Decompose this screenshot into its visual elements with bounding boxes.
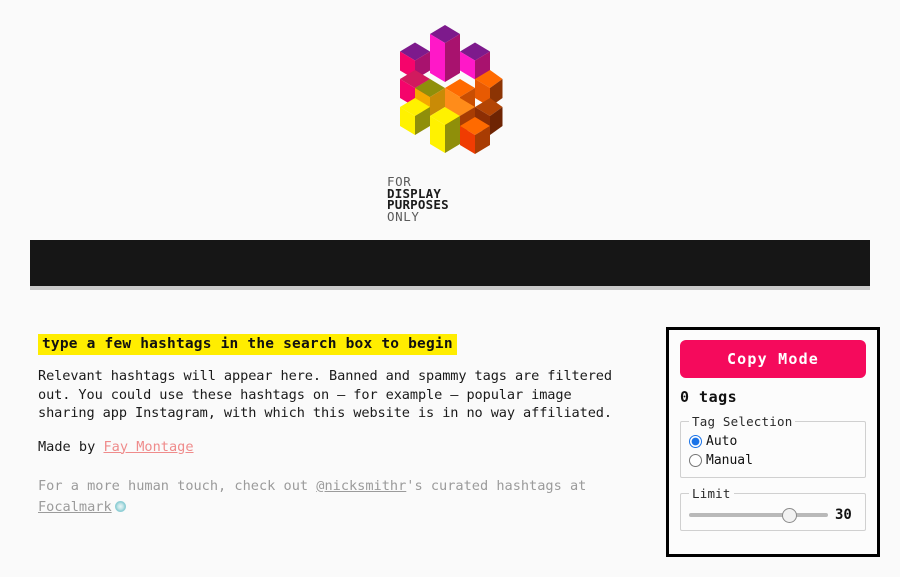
radio-manual[interactable] [689, 454, 702, 467]
hashtag-search-input[interactable] [30, 240, 870, 290]
tag-tools-panel: Copy Mode 0 tags Tag Selection Auto Manu… [666, 327, 880, 557]
human-touch-note: For a more human touch, check out @nicks… [38, 476, 648, 518]
made-by-line: Made by Fay Montage [38, 439, 648, 455]
human-note-middle: 's curated hashtags at [406, 477, 587, 494]
radio-manual-label[interactable]: Manual [706, 453, 753, 468]
copy-mode-button[interactable]: Copy Mode [680, 340, 866, 378]
nicksmithr-handle-link[interactable]: @nicksmithr [316, 478, 406, 494]
limit-legend: Limit [692, 486, 731, 501]
site-logo-area: FOR DISPLAY PURPOSES ONLY [0, 0, 900, 222]
main-content-column: type a few hashtags in the search box to… [38, 333, 648, 518]
tag-selection-option-auto[interactable]: Auto [689, 432, 857, 451]
search-bar-container [30, 240, 870, 290]
logo-wordmark: FOR DISPLAY PURPOSES ONLY [387, 176, 517, 222]
tag-selection-option-manual[interactable]: Manual [689, 451, 857, 470]
limit-slider-row: 30 [689, 504, 857, 523]
focalmark-link[interactable]: Focalmark [38, 499, 112, 515]
tag-count-label: 0 tags [680, 388, 738, 406]
intro-paragraph: Relevant hashtags will appear here. Bann… [38, 368, 612, 421]
radio-auto[interactable] [689, 435, 702, 448]
made-by-prefix: Made by [38, 438, 104, 455]
radio-auto-label[interactable]: Auto [706, 434, 737, 449]
limit-value-label: 30 [835, 507, 852, 523]
tag-selection-legend: Tag Selection [692, 414, 793, 429]
tag-selection-group: Tag Selection Auto Manual [680, 414, 866, 478]
for-display-purposes-only-logo-mark [400, 25, 503, 154]
human-note-prefix: For a more human touch, check out [38, 477, 317, 494]
wordmark-line-only: ONLY [387, 208, 420, 224]
search-hint-highlight: type a few hashtags in the search box to… [38, 334, 457, 355]
limit-slider[interactable] [689, 513, 828, 517]
teal-dot-icon [114, 500, 126, 512]
limit-group: Limit 30 [680, 486, 866, 531]
fay-montage-link[interactable]: Fay Montage [103, 439, 193, 455]
